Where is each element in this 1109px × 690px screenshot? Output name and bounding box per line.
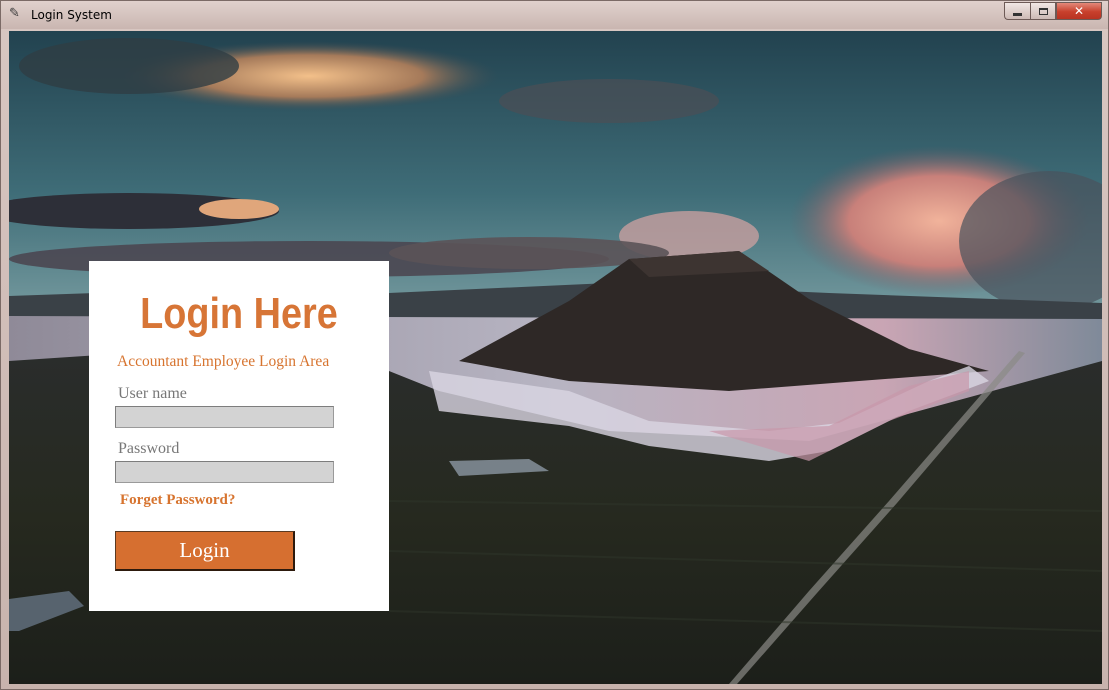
login-button[interactable]: Login (115, 531, 295, 571)
username-label: User name (118, 385, 187, 402)
client-area: Login Here Accountant Employee Login Are… (9, 31, 1102, 684)
login-panel: Login Here Accountant Employee Login Are… (89, 261, 389, 611)
password-input[interactable] (115, 461, 334, 483)
login-heading: Login Here (140, 289, 338, 338)
window-controls: ✕ (1004, 2, 1102, 21)
forgot-password-link[interactable]: Forget Password? (120, 492, 235, 509)
title-bar[interactable]: ✎ Login System ✕ (1, 1, 1108, 29)
username-input[interactable] (115, 406, 334, 428)
minimize-button[interactable] (1004, 2, 1030, 20)
minimize-icon (1013, 12, 1022, 16)
password-label: Password (118, 440, 180, 457)
maximize-button[interactable] (1030, 2, 1056, 20)
close-button[interactable]: ✕ (1056, 2, 1102, 20)
app-window: ✎ Login System ✕ Login Here Accountant E… (0, 0, 1109, 690)
close-icon: ✕ (1073, 4, 1085, 18)
feather-icon: ✎ (9, 6, 20, 21)
maximize-icon (1038, 7, 1048, 15)
login-subtitle: Accountant Employee Login Area (117, 353, 330, 370)
window-title: Login System (31, 8, 112, 22)
